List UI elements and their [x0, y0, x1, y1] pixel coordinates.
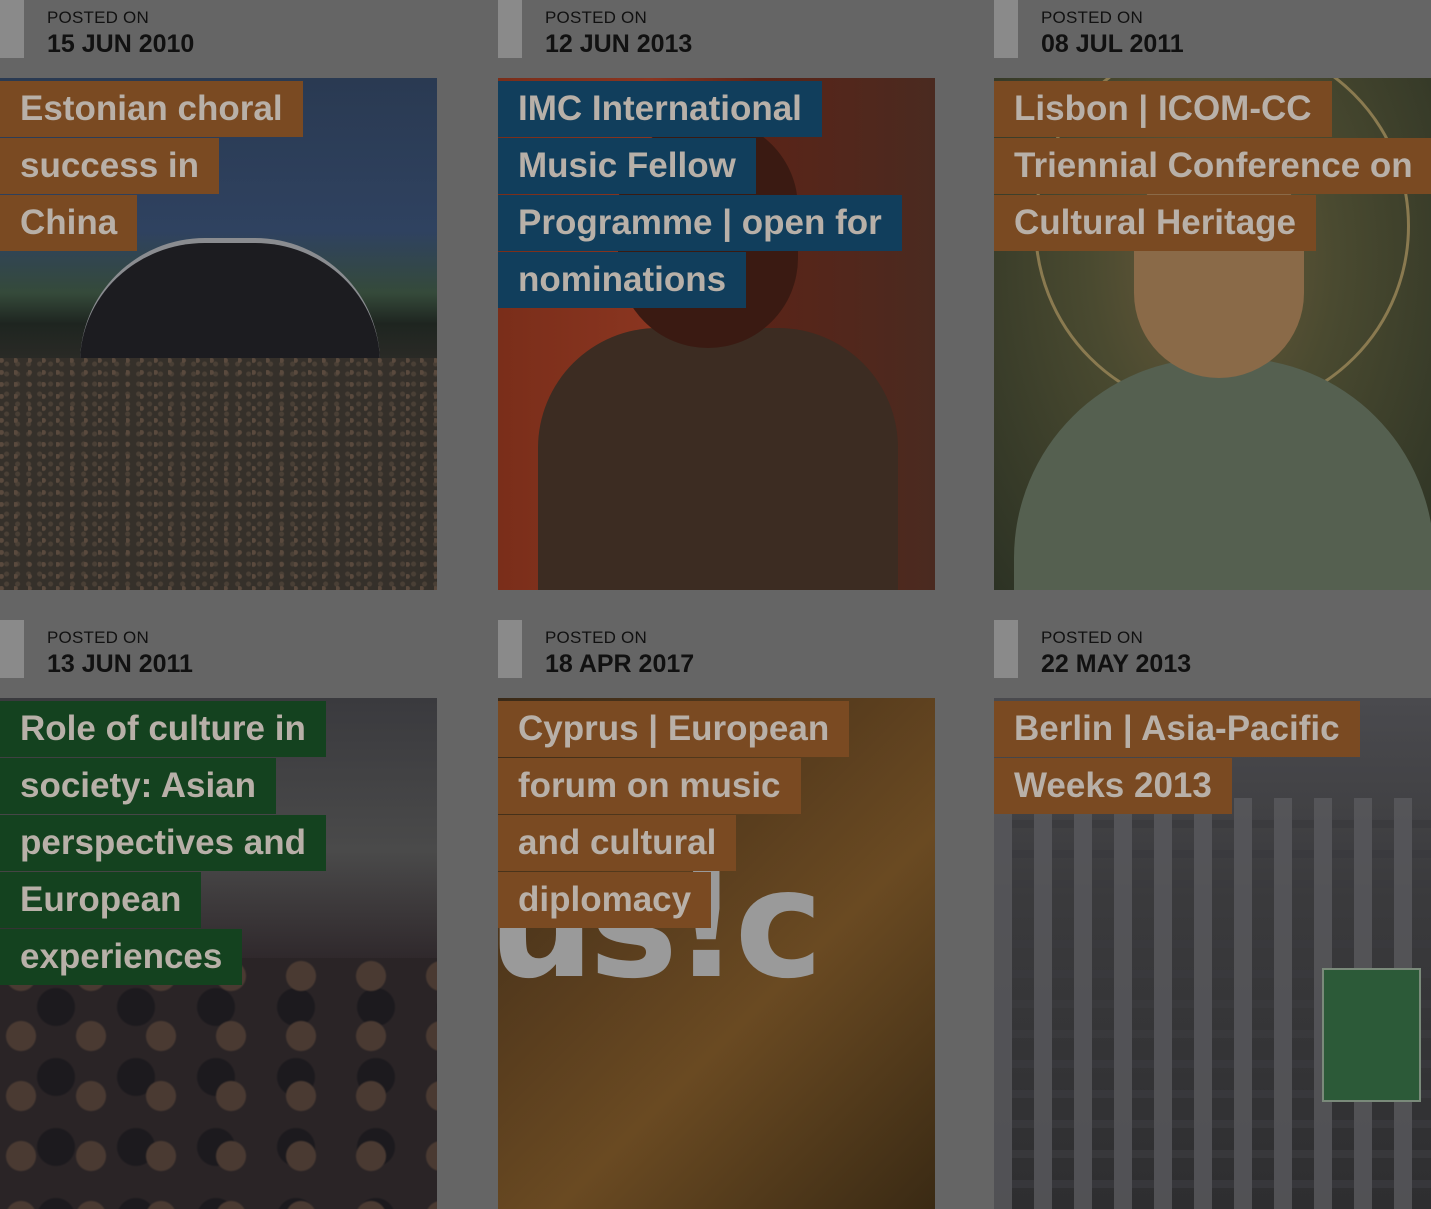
posted-on-label: POSTED ON [47, 628, 149, 647]
post-card[interactable]: POSTED ON 08 JUL 2011 Lisbon | ICOM-CC T… [994, 0, 1431, 590]
post-date: 08 JUL 2011 [1041, 30, 1184, 58]
post-thumbnail[interactable]: Estonian choral success in China [0, 78, 437, 590]
meta-accent-bar [498, 0, 522, 58]
post-meta: POSTED ON 13 JUN 2011 [0, 620, 437, 680]
post-thumbnail[interactable]: us!c Cyprus | European forum on music an… [498, 698, 935, 1209]
meta-accent-bar [0, 620, 24, 678]
post-title-link[interactable]: Role of culture in society: Asian perspe… [0, 701, 326, 985]
post-card[interactable]: POSTED ON 22 MAY 2013 Berlin | Asia-Paci… [994, 620, 1431, 1209]
post-card[interactable]: POSTED ON 15 JUN 2010 Estonian choral su… [0, 0, 437, 590]
post-meta: POSTED ON 08 JUL 2011 [994, 0, 1431, 60]
post-thumbnail[interactable]: Lisbon | ICOM-CC Triennial Conference on… [994, 78, 1431, 590]
posted-on-label: POSTED ON [47, 8, 149, 27]
posted-on-label: POSTED ON [1041, 8, 1143, 27]
post-meta: POSTED ON 15 JUN 2010 [0, 0, 437, 60]
post-card[interactable]: POSTED ON 13 JUN 2011 Role of culture in… [0, 620, 437, 1209]
posted-on-label: POSTED ON [545, 628, 647, 647]
post-title-link[interactable]: IMC International Music Fellow Programme… [498, 81, 902, 308]
meta-accent-bar [0, 0, 24, 58]
post-meta: POSTED ON 22 MAY 2013 [994, 620, 1431, 680]
meta-accent-bar [994, 0, 1018, 58]
post-card[interactable]: POSTED ON 18 APR 2017 us!c Cyprus | Euro… [498, 620, 935, 1209]
post-grid: POSTED ON 15 JUN 2010 Estonian choral su… [0, 0, 1431, 1209]
post-title-link[interactable]: Lisbon | ICOM-CC Triennial Conference on… [994, 81, 1431, 251]
post-title-wrap: Cyprus | European forum on music and cul… [498, 701, 850, 932]
post-title-link[interactable]: Cyprus | European forum on music and cul… [498, 701, 850, 928]
meta-accent-bar [498, 620, 522, 678]
post-date: 18 APR 2017 [545, 650, 695, 678]
post-title-wrap: Estonian choral success in China [0, 81, 303, 255]
post-title-link[interactable]: Berlin | Asia-Pacific Weeks 2013 [994, 701, 1360, 814]
post-thumbnail[interactable]: Role of culture in society: Asian perspe… [0, 698, 437, 1209]
post-thumbnail[interactable]: IMC International Music Fellow Programme… [498, 78, 935, 590]
post-meta: POSTED ON 12 JUN 2013 [498, 0, 935, 60]
post-card[interactable]: POSTED ON 12 JUN 2013 IMC International … [498, 0, 935, 590]
post-date: 12 JUN 2013 [545, 30, 693, 58]
posted-on-label: POSTED ON [1041, 628, 1143, 647]
post-title-link[interactable]: Estonian choral success in China [0, 81, 303, 251]
post-thumbnail[interactable]: Berlin | Asia-Pacific Weeks 2013 [994, 698, 1431, 1209]
posted-on-label: POSTED ON [545, 8, 647, 27]
meta-accent-bar [994, 620, 1018, 678]
post-date: 13 JUN 2011 [47, 650, 193, 678]
post-title-wrap: Lisbon | ICOM-CC Triennial Conference on… [994, 81, 1431, 255]
post-title-wrap: Berlin | Asia-Pacific Weeks 2013 [994, 701, 1360, 818]
post-date: 22 MAY 2013 [1041, 650, 1192, 678]
post-title-wrap: Role of culture in society: Asian perspe… [0, 701, 400, 989]
post-title-wrap: IMC International Music Fellow Programme… [498, 81, 902, 312]
post-date: 15 JUN 2010 [47, 30, 195, 58]
post-meta: POSTED ON 18 APR 2017 [498, 620, 935, 680]
